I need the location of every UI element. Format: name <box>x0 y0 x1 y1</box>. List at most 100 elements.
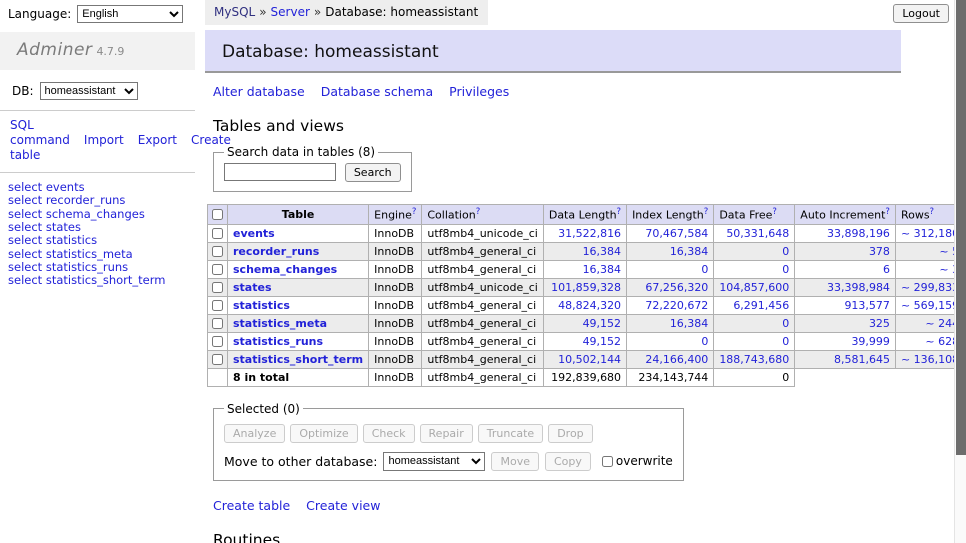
row-checkbox[interactable] <box>212 246 223 257</box>
selected-legend: Selected (0) <box>224 402 303 416</box>
sidebar-link-export[interactable]: Export <box>138 133 177 147</box>
auto-increment-value[interactable]: 325 <box>795 314 896 332</box>
index-length-value[interactable]: 70,467,584 <box>627 224 714 242</box>
app-title[interactable]: Adminer <box>17 40 92 60</box>
index-length-help-link[interactable]: ? <box>704 207 709 217</box>
row-checkbox[interactable] <box>212 354 223 365</box>
index-length-value[interactable]: 67,256,320 <box>627 278 714 296</box>
truncate-button[interactable]: Truncate <box>478 424 543 443</box>
row-checkbox[interactable] <box>212 300 223 311</box>
action-link-privileges[interactable]: Privileges <box>449 84 509 99</box>
breadcrumb-server-link[interactable]: Server <box>271 5 310 19</box>
row-checkbox[interactable] <box>212 318 223 329</box>
row-checkbox[interactable] <box>212 282 223 293</box>
action-link-alter-database[interactable]: Alter database <box>213 84 305 99</box>
data-free-value[interactable]: 0 <box>714 242 795 260</box>
overwrite-label[interactable]: overwrite <box>616 454 673 468</box>
search-legend: Search data in tables (8) <box>224 145 378 159</box>
sidebar-item-select-statistics-runs[interactable]: select statistics_runs <box>8 261 195 274</box>
create-link-create-table[interactable]: Create table <box>213 498 290 513</box>
index-length-value[interactable]: 72,220,672 <box>627 296 714 314</box>
db-select[interactable]: homeassistant <box>40 82 138 100</box>
rows-help-link[interactable]: ? <box>930 207 935 217</box>
data-free-help-link[interactable]: ? <box>772 207 777 217</box>
create-link-create-view[interactable]: Create view <box>306 498 380 513</box>
table-link-events[interactable]: events <box>233 227 275 240</box>
data-length-value[interactable]: 49,152 <box>543 314 626 332</box>
row-checkbox[interactable] <box>212 336 223 347</box>
data-length-value[interactable]: 31,522,816 <box>543 224 626 242</box>
row-checkbox[interactable] <box>212 228 223 239</box>
copy-button[interactable]: Copy <box>545 452 591 471</box>
sidebar-link-import[interactable]: Import <box>84 133 124 147</box>
row-checkbox-cell <box>208 332 228 350</box>
optimize-button[interactable]: Optimize <box>290 424 357 443</box>
auto-increment-value[interactable]: 913,577 <box>795 296 896 314</box>
analyze-button[interactable]: Analyze <box>224 424 285 443</box>
table-link-schema-changes[interactable]: schema_changes <box>233 263 337 276</box>
auto-increment-value[interactable]: 378 <box>795 242 896 260</box>
sidebar-item-select-statistics[interactable]: select statistics <box>8 234 195 247</box>
data-free-value[interactable]: 104,857,600 <box>714 278 795 296</box>
auto-increment-value[interactable]: 6 <box>795 260 896 278</box>
data-length-value[interactable]: 48,824,320 <box>543 296 626 314</box>
action-link-database-schema[interactable]: Database schema <box>321 84 433 99</box>
table-link-statistics-short-term[interactable]: statistics_short_term <box>233 353 363 366</box>
data-free-value[interactable]: 0 <box>714 314 795 332</box>
breadcrumb-mysql-link[interactable]: MySQL <box>214 5 255 19</box>
row-checkbox-cell <box>208 314 228 332</box>
move-button[interactable]: Move <box>491 452 539 471</box>
data-length-value[interactable]: 16,384 <box>543 260 626 278</box>
data-free-value[interactable]: 188,743,680 <box>714 350 795 368</box>
index-length-value[interactable]: 0 <box>627 260 714 278</box>
check-button[interactable]: Check <box>363 424 415 443</box>
table-row: eventsInnoDButf8mb4_unicode_ci31,522,816… <box>208 224 966 242</box>
auto-increment-value[interactable]: 8,581,645 <box>795 350 896 368</box>
data-length-help-link[interactable]: ? <box>617 207 622 217</box>
overwrite-checkbox[interactable] <box>602 456 613 467</box>
search-button[interactable]: Search <box>345 163 401 182</box>
table-link-recorder-runs[interactable]: recorder_runs <box>233 245 319 258</box>
data-free-value[interactable]: 0 <box>714 260 795 278</box>
index-length-value[interactable]: 16,384 <box>627 314 714 332</box>
data-length-value[interactable]: 49,152 <box>543 332 626 350</box>
sidebar-item-select-recorder-runs[interactable]: select recorder_runs <box>8 194 195 207</box>
repair-button[interactable]: Repair <box>420 424 473 443</box>
auto-increment-help-link[interactable]: ? <box>885 207 890 217</box>
language-select[interactable]: English <box>77 5 183 23</box>
select-all-checkbox[interactable] <box>212 209 223 220</box>
data-length-value[interactable]: 10,502,144 <box>543 350 626 368</box>
auto-increment-value[interactable]: 33,398,984 <box>795 278 896 296</box>
row-checkbox[interactable] <box>212 264 223 275</box>
data-length-value[interactable]: 101,859,328 <box>543 278 626 296</box>
table-link-statistics-meta[interactable]: statistics_meta <box>233 317 327 330</box>
index-length-value[interactable]: 16,384 <box>627 242 714 260</box>
data-free-value[interactable]: 50,331,648 <box>714 224 795 242</box>
data-length-value[interactable]: 16,384 <box>543 242 626 260</box>
vertical-scrollbar-thumb[interactable] <box>956 0 966 455</box>
collation-help-link[interactable]: ? <box>476 207 481 217</box>
logout-button[interactable]: Logout <box>893 4 949 23</box>
search-input[interactable] <box>224 163 336 181</box>
index-length-value[interactable]: 24,166,400 <box>627 350 714 368</box>
table-link-statistics[interactable]: statistics <box>233 299 290 312</box>
sidebar-item-select-states[interactable]: select states <box>8 221 195 234</box>
sidebar-item-select-statistics-short-term[interactable]: select statistics_short_term <box>8 274 195 287</box>
drop-button[interactable]: Drop <box>548 424 592 443</box>
auto-increment-value[interactable]: 39,999 <box>795 332 896 350</box>
sidebar-item-select-statistics-meta[interactable]: select statistics_meta <box>8 248 195 261</box>
move-database-select[interactable]: homeassistant <box>383 452 485 471</box>
total-engine: InnoDB <box>369 368 422 386</box>
column-header-engine: Engine? <box>369 205 422 225</box>
table-link-states[interactable]: states <box>233 281 272 294</box>
data-free-value[interactable]: 6,291,456 <box>714 296 795 314</box>
sidebar-item-select-events[interactable]: select events <box>8 181 195 194</box>
index-length-value[interactable]: 0 <box>627 332 714 350</box>
auto-increment-value[interactable]: 33,898,196 <box>795 224 896 242</box>
table-link-statistics-runs[interactable]: statistics_runs <box>233 335 323 348</box>
vertical-scrollbar-track[interactable] <box>954 0 966 543</box>
engine-help-link[interactable]: ? <box>412 207 417 217</box>
data-free-value[interactable]: 0 <box>714 332 795 350</box>
sidebar-link-sql-command[interactable]: SQL command <box>10 118 70 147</box>
sidebar-item-select-schema-changes[interactable]: select schema_changes <box>8 208 195 221</box>
